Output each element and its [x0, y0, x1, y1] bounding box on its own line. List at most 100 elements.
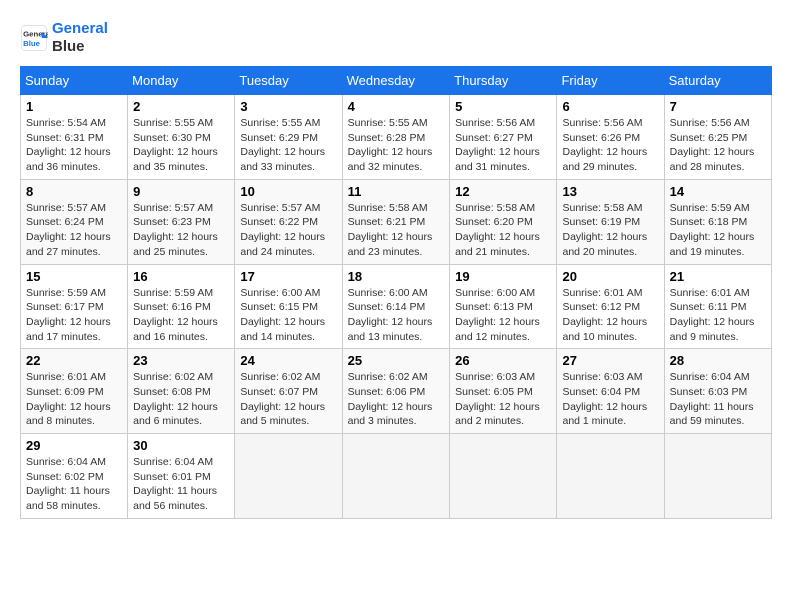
day-info: Sunrise: 5:56 AMSunset: 6:26 PMDaylight:… [562, 117, 647, 173]
day-number: 2 [133, 99, 229, 114]
day-number: 28 [670, 353, 766, 368]
calendar-cell: 18 Sunrise: 6:00 AMSunset: 6:14 PMDaylig… [342, 264, 450, 349]
day-info: Sunrise: 6:01 AMSunset: 6:12 PMDaylight:… [562, 287, 647, 343]
calendar-cell: 8 Sunrise: 5:57 AMSunset: 6:24 PMDayligh… [21, 179, 128, 264]
day-of-week-header: Thursday [450, 67, 557, 95]
day-of-week-header: Monday [128, 67, 235, 95]
day-info: Sunrise: 6:04 AMSunset: 6:02 PMDaylight:… [26, 456, 110, 512]
calendar-cell: 28 Sunrise: 6:04 AMSunset: 6:03 PMDaylig… [664, 349, 771, 434]
calendar-cell: 21 Sunrise: 6:01 AMSunset: 6:11 PMDaylig… [664, 264, 771, 349]
day-number: 11 [348, 184, 445, 199]
day-number: 9 [133, 184, 229, 199]
day-number: 22 [26, 353, 122, 368]
calendar-cell: 19 Sunrise: 6:00 AMSunset: 6:13 PMDaylig… [450, 264, 557, 349]
day-info: Sunrise: 6:02 AMSunset: 6:08 PMDaylight:… [133, 371, 218, 427]
calendar-cell: 15 Sunrise: 5:59 AMSunset: 6:17 PMDaylig… [21, 264, 128, 349]
day-number: 15 [26, 269, 122, 284]
day-number: 26 [455, 353, 551, 368]
day-info: Sunrise: 5:58 AMSunset: 6:19 PMDaylight:… [562, 202, 647, 258]
day-info: Sunrise: 5:54 AMSunset: 6:31 PMDaylight:… [26, 117, 111, 173]
day-number: 25 [348, 353, 445, 368]
calendar-cell: 26 Sunrise: 6:03 AMSunset: 6:05 PMDaylig… [450, 349, 557, 434]
day-info: Sunrise: 5:55 AMSunset: 6:29 PMDaylight:… [240, 117, 325, 173]
calendar-cell: 17 Sunrise: 6:00 AMSunset: 6:15 PMDaylig… [235, 264, 342, 349]
day-info: Sunrise: 5:58 AMSunset: 6:21 PMDaylight:… [348, 202, 433, 258]
day-info: Sunrise: 6:03 AMSunset: 6:05 PMDaylight:… [455, 371, 540, 427]
logo: General Blue GeneralBlue [20, 20, 108, 56]
day-of-week-header: Saturday [664, 67, 771, 95]
calendar-cell: 23 Sunrise: 6:02 AMSunset: 6:08 PMDaylig… [128, 349, 235, 434]
day-number: 18 [348, 269, 445, 284]
svg-text:Blue: Blue [23, 39, 41, 48]
day-info: Sunrise: 6:00 AMSunset: 6:14 PMDaylight:… [348, 287, 433, 343]
day-info: Sunrise: 6:02 AMSunset: 6:07 PMDaylight:… [240, 371, 325, 427]
calendar-cell: 12 Sunrise: 5:58 AMSunset: 6:20 PMDaylig… [450, 179, 557, 264]
calendar-cell: 7 Sunrise: 5:56 AMSunset: 6:25 PMDayligh… [664, 95, 771, 180]
calendar-cell: 27 Sunrise: 6:03 AMSunset: 6:04 PMDaylig… [557, 349, 664, 434]
calendar-cell: 25 Sunrise: 6:02 AMSunset: 6:06 PMDaylig… [342, 349, 450, 434]
calendar-cell: 4 Sunrise: 5:55 AMSunset: 6:28 PMDayligh… [342, 95, 450, 180]
calendar-cell: 2 Sunrise: 5:55 AMSunset: 6:30 PMDayligh… [128, 95, 235, 180]
day-info: Sunrise: 6:04 AMSunset: 6:01 PMDaylight:… [133, 456, 217, 512]
day-info: Sunrise: 6:01 AMSunset: 6:09 PMDaylight:… [26, 371, 111, 427]
day-number: 24 [240, 353, 336, 368]
day-info: Sunrise: 6:02 AMSunset: 6:06 PMDaylight:… [348, 371, 433, 427]
calendar-week-row: 15 Sunrise: 5:59 AMSunset: 6:17 PMDaylig… [21, 264, 772, 349]
day-of-week-header: Wednesday [342, 67, 450, 95]
calendar-cell [664, 434, 771, 519]
calendar-week-row: 1 Sunrise: 5:54 AMSunset: 6:31 PMDayligh… [21, 95, 772, 180]
day-number: 6 [562, 99, 658, 114]
day-number: 7 [670, 99, 766, 114]
day-number: 16 [133, 269, 229, 284]
calendar-cell: 13 Sunrise: 5:58 AMSunset: 6:19 PMDaylig… [557, 179, 664, 264]
day-of-week-header: Friday [557, 67, 664, 95]
day-info: Sunrise: 5:59 AMSunset: 6:16 PMDaylight:… [133, 287, 218, 343]
page-header: General Blue GeneralBlue [20, 20, 772, 56]
day-number: 29 [26, 438, 122, 453]
day-info: Sunrise: 6:01 AMSunset: 6:11 PMDaylight:… [670, 287, 755, 343]
calendar-cell [557, 434, 664, 519]
calendar-cell: 14 Sunrise: 5:59 AMSunset: 6:18 PMDaylig… [664, 179, 771, 264]
day-info: Sunrise: 5:57 AMSunset: 6:24 PMDaylight:… [26, 202, 111, 258]
calendar-cell: 29 Sunrise: 6:04 AMSunset: 6:02 PMDaylig… [21, 434, 128, 519]
calendar-cell: 6 Sunrise: 5:56 AMSunset: 6:26 PMDayligh… [557, 95, 664, 180]
calendar-cell: 22 Sunrise: 6:01 AMSunset: 6:09 PMDaylig… [21, 349, 128, 434]
calendar-week-row: 22 Sunrise: 6:01 AMSunset: 6:09 PMDaylig… [21, 349, 772, 434]
day-number: 3 [240, 99, 336, 114]
day-number: 13 [562, 184, 658, 199]
day-of-week-header: Sunday [21, 67, 128, 95]
day-info: Sunrise: 5:55 AMSunset: 6:28 PMDaylight:… [348, 117, 433, 173]
calendar-cell [342, 434, 450, 519]
day-number: 14 [670, 184, 766, 199]
day-info: Sunrise: 5:58 AMSunset: 6:20 PMDaylight:… [455, 202, 540, 258]
day-number: 1 [26, 99, 122, 114]
calendar-cell: 11 Sunrise: 5:58 AMSunset: 6:21 PMDaylig… [342, 179, 450, 264]
calendar-cell: 5 Sunrise: 5:56 AMSunset: 6:27 PMDayligh… [450, 95, 557, 180]
day-number: 23 [133, 353, 229, 368]
day-info: Sunrise: 6:00 AMSunset: 6:15 PMDaylight:… [240, 287, 325, 343]
calendar-header-row: SundayMondayTuesdayWednesdayThursdayFrid… [21, 67, 772, 95]
day-number: 10 [240, 184, 336, 199]
logo-icon: General Blue [20, 24, 48, 52]
day-number: 5 [455, 99, 551, 114]
calendar-cell: 16 Sunrise: 5:59 AMSunset: 6:16 PMDaylig… [128, 264, 235, 349]
day-info: Sunrise: 5:56 AMSunset: 6:25 PMDaylight:… [670, 117, 755, 173]
day-number: 8 [26, 184, 122, 199]
day-number: 19 [455, 269, 551, 284]
calendar-cell: 10 Sunrise: 5:57 AMSunset: 6:22 PMDaylig… [235, 179, 342, 264]
logo-text: GeneralBlue [52, 20, 108, 56]
calendar-cell [450, 434, 557, 519]
day-info: Sunrise: 6:04 AMSunset: 6:03 PMDaylight:… [670, 371, 754, 427]
calendar-cell: 1 Sunrise: 5:54 AMSunset: 6:31 PMDayligh… [21, 95, 128, 180]
calendar-cell: 9 Sunrise: 5:57 AMSunset: 6:23 PMDayligh… [128, 179, 235, 264]
calendar-week-row: 8 Sunrise: 5:57 AMSunset: 6:24 PMDayligh… [21, 179, 772, 264]
day-number: 30 [133, 438, 229, 453]
day-info: Sunrise: 5:57 AMSunset: 6:22 PMDaylight:… [240, 202, 325, 258]
calendar: SundayMondayTuesdayWednesdayThursdayFrid… [20, 66, 772, 519]
day-info: Sunrise: 5:59 AMSunset: 6:18 PMDaylight:… [670, 202, 755, 258]
day-info: Sunrise: 5:57 AMSunset: 6:23 PMDaylight:… [133, 202, 218, 258]
calendar-cell: 30 Sunrise: 6:04 AMSunset: 6:01 PMDaylig… [128, 434, 235, 519]
day-number: 20 [562, 269, 658, 284]
day-info: Sunrise: 5:59 AMSunset: 6:17 PMDaylight:… [26, 287, 111, 343]
day-info: Sunrise: 5:56 AMSunset: 6:27 PMDaylight:… [455, 117, 540, 173]
